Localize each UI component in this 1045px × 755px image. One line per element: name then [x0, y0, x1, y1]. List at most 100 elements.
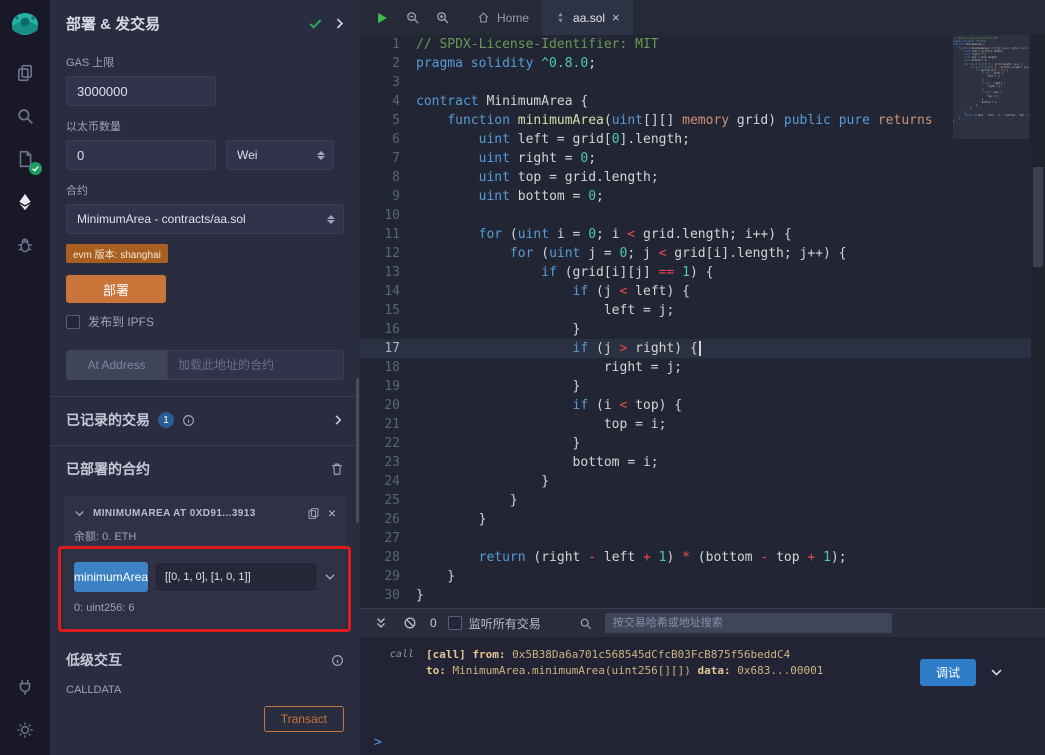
panel-scrollbar-thumb[interactable]	[356, 378, 359, 523]
code-line-29[interactable]: 29 }	[360, 567, 1045, 586]
publish-ipfs-checkbox[interactable]	[66, 314, 80, 329]
contract-select[interactable]: MinimumArea - contracts/aa.sol	[66, 204, 344, 234]
code-line-25[interactable]: 25 }	[360, 491, 1045, 510]
code-line-6[interactable]: 6 uint left = grid[0].length;	[360, 130, 1045, 149]
method-args-input[interactable]	[154, 562, 319, 592]
select-arrows-icon	[317, 150, 325, 160]
editor-scrollbar[interactable]	[1031, 35, 1045, 608]
code-line-3[interactable]: 3	[360, 73, 1045, 92]
log-data-label: data:	[697, 664, 738, 677]
code-line-14[interactable]: 14 if (j < left) {	[360, 282, 1045, 301]
gas-limit-input[interactable]	[66, 76, 216, 106]
minimap[interactable]: // SPDX-License-Identifier: MIT pragma so…	[953, 37, 1029, 237]
line-number: 10	[384, 208, 400, 223]
code-line-27[interactable]: 27	[360, 529, 1045, 548]
tab-close-icon[interactable]: ×	[612, 10, 620, 25]
code-line-22[interactable]: 22 }	[360, 434, 1045, 453]
log-kind: call	[389, 649, 414, 660]
settings-gear-icon[interactable]	[12, 717, 38, 743]
line-number: 4	[392, 94, 400, 109]
terminal-search-input[interactable]	[604, 613, 892, 633]
recorded-transactions-header[interactable]: 已记录的交易 1	[50, 397, 360, 443]
info-icon[interactable]	[331, 654, 344, 667]
instance-header[interactable]: MINIMUMAREA AT 0XD91...3913 ×	[64, 496, 346, 528]
tab-home[interactable]: Home	[464, 0, 542, 35]
terminal-prompt[interactable]: >	[374, 735, 382, 750]
code-line-7[interactable]: 7 uint right = 0;	[360, 149, 1045, 168]
search-icon[interactable]	[12, 103, 38, 129]
log-entry[interactable]: [call] from: 0x5B38Da6a701c568545dCfcB03…	[426, 647, 823, 679]
check-icon	[308, 16, 323, 31]
code-line-11[interactable]: 11 for (uint i = 0; i < grid.length; i++…	[360, 225, 1045, 244]
code-line-9[interactable]: 9 uint bottom = 0;	[360, 187, 1045, 206]
code-line-12[interactable]: 12 for (uint j = 0; j < grid[i].length; …	[360, 244, 1045, 263]
deploy-run-icon[interactable]	[12, 189, 38, 215]
code-line-24[interactable]: 24 }	[360, 472, 1045, 491]
value-unit-select[interactable]: Wei	[226, 140, 334, 170]
editor-scrollbar-thumb[interactable]	[1033, 167, 1043, 267]
code-line-10[interactable]: 10	[360, 206, 1045, 225]
line-number: 1	[392, 37, 400, 52]
tab-aa-sol[interactable]: aa.sol ×	[542, 0, 633, 35]
code-line-17[interactable]: 17 if (j > right) {	[360, 339, 1045, 358]
minimumarea-call-button[interactable]: minimumArea	[74, 562, 149, 592]
code-line-13[interactable]: 13 if (grid[i][j] == 1) {	[360, 263, 1045, 282]
log-from-value: 0x5B38Da6a701c568545dCfcB03FcB875f56bedd…	[512, 648, 791, 661]
remix-logo[interactable]	[8, 9, 42, 43]
double-chevron-down-icon[interactable]	[372, 611, 390, 635]
value-label: 以太币数量	[66, 121, 121, 133]
code-line-4[interactable]: 4 contract MinimumArea {	[360, 92, 1045, 111]
deploy-button[interactable]: 部署	[66, 275, 166, 303]
code-lines: 1// SPDX-License-Identifier: MIT 2 pragma …	[360, 35, 1045, 605]
run-script-play-icon[interactable]	[370, 6, 394, 30]
code-line-2[interactable]: 2 pragma solidity ^0.8.0;	[360, 54, 1045, 73]
code-line-15[interactable]: 15 left = j;	[360, 301, 1045, 320]
transact-button[interactable]: Transact	[263, 706, 344, 732]
copy-icon[interactable]	[307, 507, 320, 520]
chevron-down-icon[interactable]	[74, 508, 85, 519]
line-number: 24	[384, 474, 400, 489]
line-number: 25	[384, 493, 400, 508]
code-line-8[interactable]: 8 uint top = grid.length;	[360, 168, 1045, 187]
chevron-down-icon[interactable]	[324, 571, 336, 583]
clear-ban-icon[interactable]	[401, 611, 419, 635]
close-icon[interactable]: ×	[328, 506, 336, 520]
plugin-manager-icon[interactable]	[12, 674, 38, 700]
code-line-26[interactable]: 26 }	[360, 510, 1045, 529]
debug-button[interactable]: 调试	[919, 659, 976, 686]
code-line-20[interactable]: 20 if (i < top) {	[360, 396, 1045, 415]
compile-success-check-icon	[29, 162, 42, 175]
at-address-button[interactable]: At Address	[66, 350, 167, 380]
code-line-30[interactable]: 30}	[360, 586, 1045, 605]
trash-icon[interactable]	[330, 462, 344, 476]
evm-version-badge: evm 版本: shanghai	[66, 244, 168, 263]
solidity-compiler-icon[interactable]	[12, 146, 42, 175]
listen-label: 监听所有交易	[468, 616, 541, 631]
value-input[interactable]	[66, 140, 216, 170]
code-line-23[interactable]: 23 bottom = i;	[360, 453, 1045, 472]
recorded-transactions-count: 1	[158, 412, 174, 428]
line-number: 12	[384, 246, 400, 261]
line-number: 7	[392, 151, 400, 166]
chevron-right-icon[interactable]	[333, 17, 346, 30]
instance-balance: 余额: 0. ETH	[74, 531, 137, 543]
code-line-16[interactable]: 16 }	[360, 320, 1045, 339]
code-line-5[interactable]: 5 function minimumArea(uint[][] memory g…	[360, 111, 1045, 130]
listen-checkbox[interactable]	[447, 616, 462, 630]
code-line-19[interactable]: 19 }	[360, 377, 1045, 396]
debugger-icon[interactable]	[12, 232, 38, 258]
chevron-down-icon[interactable]	[990, 666, 1003, 679]
zoom-in-icon[interactable]	[430, 6, 454, 30]
tab-aa-sol-label: aa.sol	[573, 10, 606, 25]
publish-ipfs-row[interactable]: 发布到 IPFS	[66, 313, 344, 330]
zoom-out-icon[interactable]	[400, 6, 424, 30]
file-explorer-icon[interactable]	[12, 60, 38, 86]
code-line-28[interactable]: 28 return (right - left + 1) * (bottom -…	[360, 548, 1045, 567]
code-line-18[interactable]: 18 right = j;	[360, 358, 1045, 377]
info-icon[interactable]	[182, 414, 195, 427]
chevron-right-icon[interactable]	[332, 414, 344, 426]
code-line-1[interactable]: 1// SPDX-License-Identifier: MIT	[360, 35, 1045, 54]
listen-all-transactions[interactable]: 监听所有交易	[447, 615, 541, 632]
at-address-input[interactable]	[167, 350, 344, 380]
code-line-21[interactable]: 21 top = i;	[360, 415, 1045, 434]
